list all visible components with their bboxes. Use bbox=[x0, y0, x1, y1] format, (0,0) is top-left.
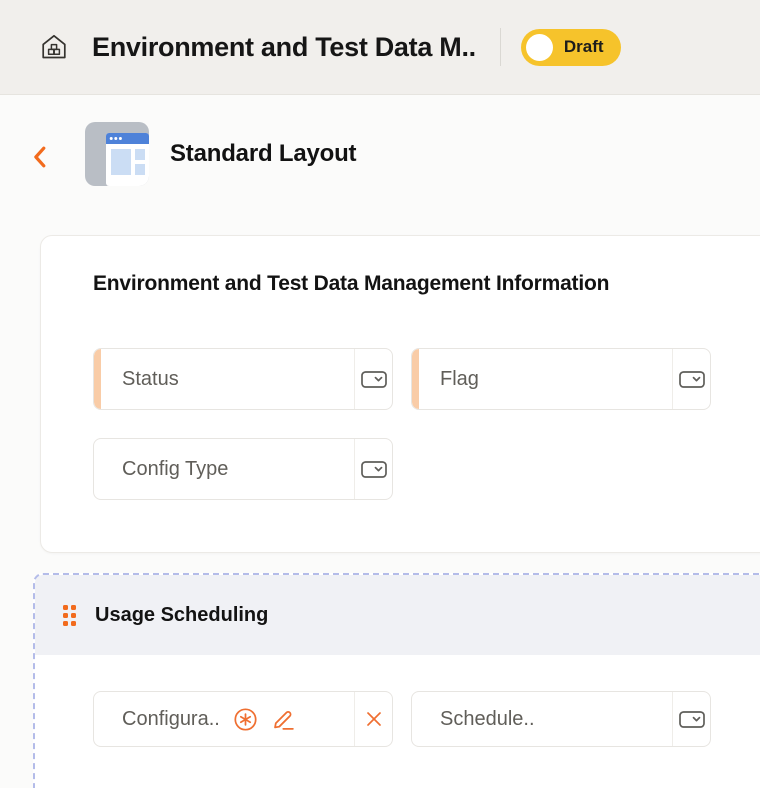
form-section-card: Environment and Test Data Management Inf… bbox=[40, 235, 760, 553]
field-flag[interactable]: Flag bbox=[411, 348, 711, 410]
pencil-edit-icon[interactable] bbox=[271, 707, 296, 732]
browser-window-icon bbox=[85, 122, 149, 186]
combobox-icon bbox=[678, 710, 705, 728]
draft-status-toggle[interactable]: Draft bbox=[520, 28, 621, 66]
app-title: Environment and Test Data M.. bbox=[92, 31, 476, 62]
field-configuration[interactable]: Configura.. bbox=[93, 691, 393, 747]
combobox-icon bbox=[678, 370, 705, 388]
field-config-type[interactable]: Config Type bbox=[93, 438, 393, 500]
field-label: Flag bbox=[440, 367, 479, 390]
section-title: Environment and Test Data Management Inf… bbox=[93, 272, 610, 295]
asterisk-circle-icon bbox=[233, 707, 258, 732]
field-schedule[interactable]: Schedule.. bbox=[411, 691, 711, 747]
toggle-knob bbox=[525, 33, 553, 61]
section-header: Usage Scheduling bbox=[35, 575, 760, 655]
header-divider bbox=[499, 28, 501, 66]
back-chevron-left-icon[interactable] bbox=[32, 145, 50, 169]
field-label: Status bbox=[122, 367, 179, 390]
field-label: Schedule.. bbox=[440, 707, 535, 730]
section-title: Usage Scheduling bbox=[95, 603, 269, 626]
status-label: Draft bbox=[563, 37, 604, 56]
combobox-icon bbox=[360, 460, 387, 478]
field-label: Configura.. bbox=[122, 707, 220, 730]
app-header-bar: Environment and Test Data M.. Draft bbox=[0, 0, 760, 95]
required-accent-bar bbox=[94, 349, 101, 409]
combobox-icon bbox=[360, 370, 387, 388]
form-section-usage-scheduling: Usage Scheduling Configura.. Schedule.. bbox=[33, 573, 760, 788]
required-accent-bar bbox=[412, 349, 419, 409]
warehouse-icon[interactable] bbox=[38, 31, 70, 63]
field-status[interactable]: Status bbox=[93, 348, 393, 410]
remove-x-icon[interactable] bbox=[364, 709, 384, 729]
drag-handle-icon[interactable] bbox=[63, 604, 76, 626]
field-label: Config Type bbox=[122, 457, 229, 480]
page-title: Standard Layout bbox=[170, 140, 357, 167]
